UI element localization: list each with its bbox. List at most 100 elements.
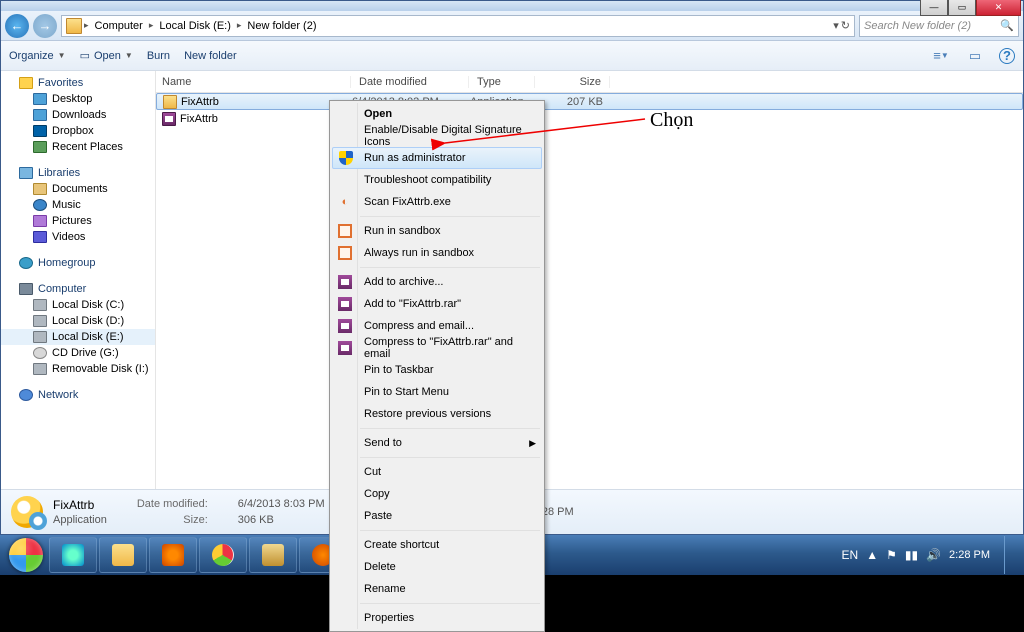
refresh-button[interactable]: ↻ (841, 19, 850, 32)
ctx-send-to[interactable]: Send to▶ (332, 432, 542, 454)
search-input[interactable]: Search New folder (2) 🔍 (859, 15, 1019, 37)
burn-button[interactable]: Burn (147, 50, 170, 62)
ctx-pin-start[interactable]: Pin to Start Menu (332, 381, 542, 403)
ctx-paste[interactable]: Paste (332, 505, 542, 527)
chevron-right-icon[interactable]: ▸ (237, 20, 242, 31)
new-folder-button[interactable]: New folder (184, 50, 237, 62)
drive-icon (33, 315, 47, 327)
videos-icon (33, 231, 47, 243)
view-button[interactable]: ≡ ▼ (931, 47, 951, 65)
sidebar: Favorites Desktop Downloads Dropbox Rece… (1, 71, 156, 489)
ctx-create-shortcut[interactable]: Create shortcut (332, 534, 542, 556)
media-icon (162, 544, 184, 566)
back-button[interactable]: ← (5, 14, 29, 38)
ctx-pin-taskbar[interactable]: Pin to Taskbar (332, 359, 542, 381)
forward-button[interactable]: → (33, 14, 57, 38)
details-filetype: Application (53, 514, 107, 526)
ctx-restore-versions[interactable]: Restore previous versions (332, 403, 542, 425)
minimize-button[interactable]: — (920, 0, 948, 16)
explorer-icon (112, 544, 134, 566)
sandbox-icon (337, 223, 353, 239)
ctx-compress-rar-email[interactable]: Compress to "FixAttrb.rar" and email (332, 337, 542, 359)
taskbar-media[interactable] (149, 537, 197, 573)
sidebar-item-videos[interactable]: Videos (1, 229, 155, 245)
help-button[interactable]: ? (999, 48, 1015, 64)
sidebar-network[interactable]: Network (1, 387, 155, 403)
sidebar-item-dropbox[interactable]: Dropbox (1, 123, 155, 139)
organize-button[interactable]: Organize▼ (9, 50, 66, 62)
ctx-digital-signature[interactable]: Enable/Disable Digital Signature Icons (332, 125, 542, 147)
file-large-icon (11, 496, 43, 528)
tray-network-icon[interactable]: ▮▮ (905, 548, 918, 562)
tray-clock[interactable]: 2:28 PM (949, 549, 990, 562)
column-date[interactable]: Date modified (351, 76, 469, 88)
details-modified: 6/4/2013 8:03 PM (238, 498, 325, 512)
sidebar-item-drive-c[interactable]: Local Disk (C:) (1, 297, 155, 313)
libraries-icon (19, 167, 33, 179)
details-modified-label: Date modified: (137, 498, 208, 512)
sidebar-item-music[interactable]: Music (1, 197, 155, 213)
ctx-troubleshoot[interactable]: Troubleshoot compatibility (332, 169, 542, 191)
column-type[interactable]: Type (469, 76, 535, 88)
breadcrumb-computer[interactable]: Computer (91, 20, 147, 32)
usb-icon (33, 363, 47, 375)
column-size[interactable]: Size (535, 76, 610, 88)
breadcrumb[interactable]: ▸ Computer ▸ Local Disk (E:) ▸ New folde… (61, 15, 855, 37)
preview-pane-button[interactable]: ▭ (965, 47, 985, 65)
ctx-properties[interactable]: Properties (332, 607, 542, 629)
show-desktop-button[interactable] (1004, 536, 1014, 574)
sidebar-item-removable[interactable]: Removable Disk (I:) (1, 361, 155, 377)
ctx-add-rar[interactable]: Add to "FixAttrb.rar" (332, 293, 542, 315)
rar-icon (337, 274, 353, 290)
file-row[interactable]: FixAttrb (156, 110, 1023, 127)
maximize-button[interactable]: ▭ (948, 0, 976, 16)
tray-flag-icon[interactable]: ⚑ (886, 548, 897, 562)
taskbar-app1[interactable] (249, 537, 297, 573)
ctx-compress-email[interactable]: Compress and email... (332, 315, 542, 337)
sidebar-item-drive-d[interactable]: Local Disk (D:) (1, 313, 155, 329)
tray-up-icon[interactable]: ▲ (866, 548, 878, 562)
breadcrumb-dropdown[interactable]: ▾ (833, 19, 839, 32)
sidebar-item-pictures[interactable]: Pictures (1, 213, 155, 229)
chevron-right-icon[interactable]: ▸ (84, 20, 89, 31)
search-icon: 🔍 (1000, 19, 1014, 32)
sidebar-item-drive-e[interactable]: Local Disk (E:) (1, 329, 155, 345)
sidebar-item-cd-drive[interactable]: CD Drive (G:) (1, 345, 155, 361)
rar-icon (337, 318, 353, 334)
file-row[interactable]: FixAttrb 6/4/2013 8:02 PM Application 20… (156, 93, 1023, 110)
chevron-right-icon[interactable]: ▸ (149, 20, 154, 31)
ctx-copy[interactable]: Copy (332, 483, 542, 505)
sidebar-item-desktop[interactable]: Desktop (1, 91, 155, 107)
cd-icon (33, 347, 47, 359)
ctx-scan[interactable]: ◐Scan FixAttrb.exe (332, 191, 542, 213)
tray-lang[interactable]: EN (842, 548, 859, 562)
ctx-add-archive[interactable]: Add to archive... (332, 271, 542, 293)
ctx-open[interactable]: Open (332, 103, 542, 125)
sidebar-item-recent[interactable]: Recent Places (1, 139, 155, 155)
breadcrumb-folder[interactable]: New folder (2) (243, 20, 320, 32)
sidebar-computer[interactable]: Computer (1, 281, 155, 297)
breadcrumb-drive[interactable]: Local Disk (E:) (155, 20, 235, 32)
ctx-always-sandbox[interactable]: Always run in sandbox (332, 242, 542, 264)
ctx-cut[interactable]: Cut (332, 461, 542, 483)
titlebar[interactable]: — ▭ ✕ (1, 1, 1023, 11)
sidebar-favorites[interactable]: Favorites (1, 75, 155, 91)
sidebar-item-downloads[interactable]: Downloads (1, 107, 155, 123)
sidebar-item-documents[interactable]: Documents (1, 181, 155, 197)
ctx-rename[interactable]: Rename (332, 578, 542, 600)
ctx-run-sandbox[interactable]: Run in sandbox (332, 220, 542, 242)
taskbar-ie[interactable] (49, 537, 97, 573)
tray-volume-icon[interactable]: 🔊 (926, 548, 941, 562)
ctx-run-as-admin[interactable]: Run as administrator (332, 147, 542, 169)
sidebar-homegroup[interactable]: Homegroup (1, 255, 155, 271)
rar-icon (337, 340, 353, 356)
taskbar-explorer[interactable] (99, 537, 147, 573)
open-button[interactable]: ▭Open▼ (80, 49, 133, 62)
close-button[interactable]: ✕ (976, 0, 1021, 16)
sidebar-libraries[interactable]: Libraries (1, 165, 155, 181)
column-name[interactable]: Name (156, 76, 351, 88)
taskbar-chrome[interactable] (199, 537, 247, 573)
network-icon (19, 389, 33, 401)
rar-icon (162, 112, 176, 126)
start-button[interactable] (4, 537, 48, 573)
